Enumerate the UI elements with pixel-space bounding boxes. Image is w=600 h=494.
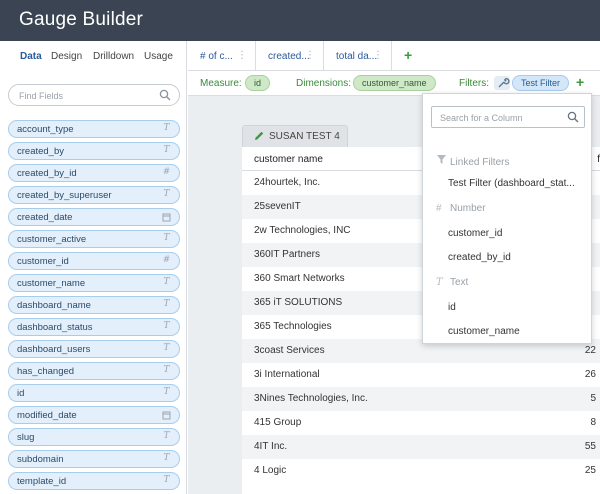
number-type-icon: #	[162, 255, 171, 265]
table-row: 4IT Inc. 55	[242, 435, 600, 459]
text-type-icon: T	[163, 233, 170, 243]
gauge-tabs: # of c... ⋮ created... ⋮ total da... ⋮ +	[188, 41, 600, 71]
pencil-icon[interactable]	[253, 130, 265, 142]
sidebar-tab-data[interactable]: Data	[20, 51, 42, 62]
field-account-type[interactable]: account_type T	[8, 120, 180, 138]
funnel-icon	[436, 154, 450, 168]
group-number: # Number	[436, 203, 486, 214]
field-created-by[interactable]: created_by T	[8, 142, 180, 160]
tab-count[interactable]: # of c... ⋮	[188, 41, 256, 71]
field-dashboard-status[interactable]: dashboard_status T	[8, 318, 180, 336]
measure-label: Measure:	[200, 78, 242, 89]
field-customer-id[interactable]: customer_id #	[8, 252, 180, 270]
sidebar-tab-design[interactable]: Design	[51, 51, 82, 62]
tab-total[interactable]: total da... ⋮	[324, 41, 392, 71]
text-type-icon: T	[163, 387, 170, 397]
text-type-icon: T	[163, 277, 170, 287]
sidebar-tabs: Data Design Drilldown Usage	[0, 41, 186, 71]
more-icon[interactable]: ⋮	[373, 50, 383, 61]
field-customer-active[interactable]: customer_active T	[8, 230, 180, 248]
hash-icon: #	[436, 203, 442, 214]
dimension-pill[interactable]: customer_name	[353, 75, 436, 91]
add-filter-plus-icon[interactable]: +	[576, 74, 584, 90]
card-title-tab[interactable]: SUSAN TEST 4	[242, 125, 348, 147]
text-type-icon: T	[163, 475, 170, 485]
sidebar-tab-usage[interactable]: Usage	[144, 51, 173, 62]
text-type-icon: T	[163, 299, 170, 309]
filters-label: Filters:	[459, 78, 489, 89]
table-row: 415 Group 8	[254, 417, 596, 428]
field-id[interactable]: id T	[8, 384, 180, 402]
group-linked-filters: Linked Filters	[436, 154, 509, 168]
app-header: Gauge Builder	[0, 0, 600, 41]
field-has-changed[interactable]: has_changed T	[8, 362, 180, 380]
option-customer-id[interactable]: customer_id	[448, 228, 502, 239]
sidebar: Data Design Drilldown Usage account_type…	[0, 41, 187, 494]
add-tab-plus-icon[interactable]: +	[404, 47, 412, 63]
option-id[interactable]: id	[448, 302, 456, 313]
dimensions-label: Dimensions:	[296, 78, 352, 89]
table-row: 3i International 26	[254, 369, 596, 380]
find-fields-input[interactable]	[19, 89, 149, 102]
measure-pill[interactable]: id	[245, 75, 271, 91]
column-header-customer-name[interactable]: customer name	[254, 154, 323, 165]
table-row: 4 Logic 25	[254, 465, 596, 476]
calendar-icon	[162, 213, 171, 222]
search-icon[interactable]	[159, 89, 171, 101]
text-type-icon: T	[163, 145, 170, 155]
group-text: T Text	[436, 277, 469, 288]
field-template-id[interactable]: template_id T	[8, 472, 180, 490]
field-created-by-id[interactable]: created_by_id #	[8, 164, 180, 182]
text-type-icon: T	[163, 343, 170, 353]
column-search-box	[431, 106, 585, 128]
more-icon[interactable]: ⋮	[305, 50, 315, 61]
text-type-icon: T	[163, 123, 170, 133]
text-icon: T	[436, 277, 443, 288]
text-type-icon: T	[163, 189, 170, 199]
text-type-icon: T	[163, 321, 170, 331]
field-customer-name[interactable]: customer_name T	[8, 274, 180, 292]
search-icon[interactable]	[567, 111, 579, 123]
text-type-icon: T	[163, 431, 170, 441]
field-subdomain[interactable]: subdomain T	[8, 450, 180, 468]
option-test-filter[interactable]: Test Filter (dashboard_stat...	[448, 178, 575, 189]
text-type-icon: T	[163, 365, 170, 375]
column-search-input[interactable]	[440, 111, 560, 124]
calendar-icon	[162, 411, 171, 420]
field-slug[interactable]: slug T	[8, 428, 180, 446]
number-type-icon: #	[162, 167, 171, 177]
column-picker-dropdown: Linked Filters Test Filter (dashboard_st…	[422, 93, 592, 344]
table-row: 3Nines Technologies, Inc. 5	[242, 387, 600, 411]
field-created-date[interactable]: created_date	[8, 208, 180, 226]
find-fields-box	[8, 84, 180, 106]
more-icon[interactable]: ⋮	[237, 50, 247, 61]
app-title: Gauge Builder	[19, 9, 144, 30]
field-created-by-superuser[interactable]: created_by_superuser T	[8, 186, 180, 204]
option-customer-name[interactable]: customer_name	[448, 326, 520, 337]
sidebar-tab-drilldown[interactable]: Drilldown	[93, 51, 134, 62]
option-created-by-id[interactable]: created_by_id	[448, 252, 511, 263]
wrench-icon[interactable]	[494, 76, 510, 90]
text-type-icon: T	[163, 453, 170, 463]
tab-created[interactable]: created... ⋮	[256, 41, 324, 71]
field-dashboard-users[interactable]: dashboard_users T	[8, 340, 180, 358]
filter-pill[interactable]: Test Filter	[512, 75, 570, 91]
field-modified-date[interactable]: modified_date	[8, 406, 180, 424]
field-dashboard-name[interactable]: dashboard_name T	[8, 296, 180, 314]
